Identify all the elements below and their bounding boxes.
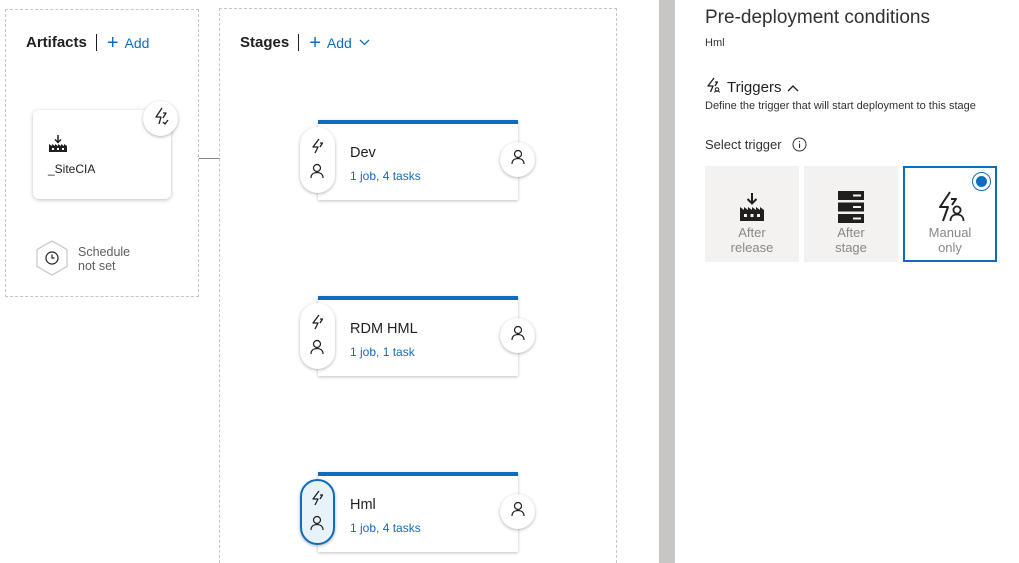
person-icon xyxy=(309,339,325,360)
lightning-icon xyxy=(153,107,169,130)
schedule-status: Schedule not set xyxy=(78,245,130,273)
add-artifact-label: Add xyxy=(124,34,150,51)
triggers-label: Triggers xyxy=(727,78,782,96)
pipeline-connector xyxy=(199,158,220,159)
stage-card-dev[interactable]: Dev 1 job, 4 tasks xyxy=(318,120,518,200)
select-trigger-row: Select trigger xyxy=(705,137,807,152)
stage-card-hml[interactable]: Hml 1 job, 4 tasks xyxy=(318,472,518,552)
triggers-description: Define the trigger that will start deplo… xyxy=(705,100,976,112)
person-icon xyxy=(510,149,526,170)
pre-deployment-conditions-dev[interactable] xyxy=(300,127,335,193)
stage-card-rdm-hml[interactable]: RDM HML 1 job, 1 task xyxy=(318,296,518,376)
continuous-deployment-trigger-button[interactable] xyxy=(143,101,178,136)
header-divider xyxy=(298,34,300,51)
option-label: Manual only xyxy=(929,225,972,255)
trigger-option-after-stage[interactable]: After stage xyxy=(804,166,898,262)
schedule-button[interactable] xyxy=(35,240,69,281)
option-label-line2: only xyxy=(938,240,962,255)
pre-deployment-conditions-panel: Pre-deployment conditions Hml Triggers D… xyxy=(675,0,1019,563)
pre-deployment-conditions-rdm-hml[interactable] xyxy=(300,303,335,369)
panel-splitter[interactable] xyxy=(659,0,675,563)
stages-header: Stages + Add xyxy=(240,31,370,54)
add-stage-label: Add xyxy=(326,34,352,51)
select-trigger-label: Select trigger xyxy=(705,137,782,152)
plus-icon: + xyxy=(106,31,119,54)
pre-deployment-conditions-hml[interactable] xyxy=(300,479,335,545)
trigger-option-after-release[interactable]: After release xyxy=(705,166,799,262)
triggers-section-toggle[interactable]: Triggers xyxy=(705,77,799,97)
stage-name: Hml xyxy=(350,497,376,513)
artifact-name: _SiteCIA xyxy=(48,162,96,176)
person-icon xyxy=(309,163,325,184)
radio-selected-indicator xyxy=(972,172,991,191)
manual-only-icon xyxy=(934,190,966,224)
add-artifact-button[interactable]: + Add xyxy=(106,31,150,54)
artifacts-title: Artifacts xyxy=(26,34,87,51)
option-label-line1: After xyxy=(738,225,766,240)
chevron-down-icon xyxy=(359,39,370,46)
person-icon xyxy=(309,515,325,536)
person-icon xyxy=(510,325,526,346)
clock-icon xyxy=(36,240,68,276)
panel-stage-name: Hml xyxy=(705,37,725,49)
schedule-line-2: not set xyxy=(78,259,116,273)
panel-title: Pre-deployment conditions xyxy=(705,7,930,28)
info-icon[interactable] xyxy=(792,137,807,152)
option-label-line1: Manual xyxy=(928,225,972,240)
stage-tasks-link[interactable]: 1 job, 1 task xyxy=(350,345,415,359)
release-icon xyxy=(738,190,766,224)
stages-title: Stages xyxy=(240,34,290,51)
plus-icon: + xyxy=(309,31,321,54)
chevron-up-icon xyxy=(787,79,799,96)
add-stage-button[interactable]: + Add xyxy=(309,31,370,54)
option-label-line2: stage xyxy=(835,240,867,255)
option-label-line2: release xyxy=(730,240,774,255)
artifacts-header: Artifacts + Add xyxy=(26,31,150,54)
option-label: After release xyxy=(731,225,774,255)
schedule-line-1: Schedule xyxy=(78,245,131,259)
stage-tasks-link[interactable]: 1 job, 4 tasks xyxy=(350,521,421,535)
trigger-option-manual-only[interactable]: Manual only xyxy=(903,166,997,262)
build-artifact-icon xyxy=(48,135,68,158)
post-deployment-conditions-rdm-hml[interactable] xyxy=(500,318,535,353)
lightning-icon xyxy=(309,138,325,159)
lightning-icon xyxy=(309,314,325,335)
person-icon xyxy=(510,501,526,522)
lightning-icon xyxy=(309,490,325,511)
stage-name: RDM HML xyxy=(350,321,418,337)
post-deployment-conditions-dev[interactable] xyxy=(500,142,535,177)
header-divider xyxy=(95,34,97,51)
stage-tasks-link[interactable]: 1 job, 4 tasks xyxy=(350,169,421,183)
lightning-icon xyxy=(705,77,721,97)
option-label: After stage xyxy=(835,225,867,255)
option-label-line1: After xyxy=(837,225,865,240)
stage-icon xyxy=(838,190,864,224)
stage-name: Dev xyxy=(350,145,376,161)
post-deployment-conditions-hml[interactable] xyxy=(500,494,535,529)
